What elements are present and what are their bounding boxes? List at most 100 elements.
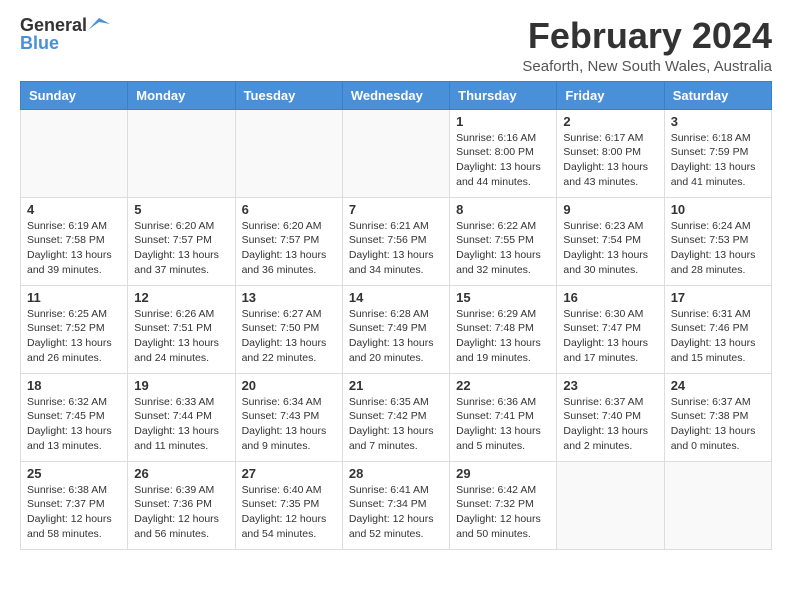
day-number: 15 (456, 290, 550, 305)
day-number: 24 (671, 378, 765, 393)
col-header-saturday: Saturday (664, 81, 771, 109)
day-number: 25 (27, 466, 121, 481)
day-number: 20 (242, 378, 336, 393)
day-cell: 9 Sunrise: 6:23 AMSunset: 7:54 PMDaylight… (557, 197, 664, 285)
day-info: Sunrise: 6:31 AMSunset: 7:46 PMDaylight:… (671, 307, 765, 366)
day-number: 18 (27, 378, 121, 393)
day-number: 29 (456, 466, 550, 481)
day-number: 13 (242, 290, 336, 305)
day-info: Sunrise: 6:37 AMSunset: 7:40 PMDaylight:… (563, 395, 657, 454)
day-info: Sunrise: 6:33 AMSunset: 7:44 PMDaylight:… (134, 395, 228, 454)
day-cell: 15 Sunrise: 6:29 AMSunset: 7:48 PMDayligh… (450, 285, 557, 373)
day-number: 6 (242, 202, 336, 217)
day-cell (664, 461, 771, 549)
day-cell: 20 Sunrise: 6:34 AMSunset: 7:43 PMDayligh… (235, 373, 342, 461)
day-info: Sunrise: 6:35 AMSunset: 7:42 PMDaylight:… (349, 395, 443, 454)
logo-blue: Blue (20, 33, 59, 53)
day-cell: 23 Sunrise: 6:37 AMSunset: 7:40 PMDayligh… (557, 373, 664, 461)
day-info: Sunrise: 6:27 AMSunset: 7:50 PMDaylight:… (242, 307, 336, 366)
col-header-monday: Monday (128, 81, 235, 109)
logo-text: General Blue (20, 16, 111, 54)
calendar-title: February 2024 (522, 16, 772, 56)
day-info: Sunrise: 6:36 AMSunset: 7:41 PMDaylight:… (456, 395, 550, 454)
day-cell: 22 Sunrise: 6:36 AMSunset: 7:41 PMDayligh… (450, 373, 557, 461)
day-number: 11 (27, 290, 121, 305)
day-number: 27 (242, 466, 336, 481)
day-info: Sunrise: 6:18 AMSunset: 7:59 PMDaylight:… (671, 131, 765, 190)
day-number: 9 (563, 202, 657, 217)
day-number: 17 (671, 290, 765, 305)
day-info: Sunrise: 6:26 AMSunset: 7:51 PMDaylight:… (134, 307, 228, 366)
col-header-thursday: Thursday (450, 81, 557, 109)
day-number: 23 (563, 378, 657, 393)
title-block: February 2024 Seaforth, New South Wales,… (522, 16, 772, 75)
day-info: Sunrise: 6:34 AMSunset: 7:43 PMDaylight:… (242, 395, 336, 454)
week-row-4: 18 Sunrise: 6:32 AMSunset: 7:45 PMDayligh… (21, 373, 772, 461)
day-cell (235, 109, 342, 197)
day-cell: 12 Sunrise: 6:26 AMSunset: 7:51 PMDayligh… (128, 285, 235, 373)
col-header-wednesday: Wednesday (342, 81, 449, 109)
day-info: Sunrise: 6:28 AMSunset: 7:49 PMDaylight:… (349, 307, 443, 366)
day-number: 21 (349, 378, 443, 393)
day-cell: 19 Sunrise: 6:33 AMSunset: 7:44 PMDayligh… (128, 373, 235, 461)
day-number: 14 (349, 290, 443, 305)
day-info: Sunrise: 6:40 AMSunset: 7:35 PMDaylight:… (242, 483, 336, 542)
day-number: 19 (134, 378, 228, 393)
col-header-friday: Friday (557, 81, 664, 109)
header-row: SundayMondayTuesdayWednesdayThursdayFrid… (21, 81, 772, 109)
day-cell: 11 Sunrise: 6:25 AMSunset: 7:52 PMDayligh… (21, 285, 128, 373)
day-cell: 24Sunrise: 6:37 AMSunset: 7:38 PMDayligh… (664, 373, 771, 461)
day-info: Sunrise: 6:38 AMSunset: 7:37 PMDaylight:… (27, 483, 121, 542)
day-number: 8 (456, 202, 550, 217)
day-number: 7 (349, 202, 443, 217)
day-number: 26 (134, 466, 228, 481)
col-header-tuesday: Tuesday (235, 81, 342, 109)
header: General Blue February 2024 Seaforth, New… (20, 16, 772, 75)
day-cell: 6Sunrise: 6:20 AMSunset: 7:57 PMDaylight… (235, 197, 342, 285)
day-cell: 17 Sunrise: 6:31 AMSunset: 7:46 PMDayligh… (664, 285, 771, 373)
day-number: 16 (563, 290, 657, 305)
day-info: Sunrise: 6:39 AMSunset: 7:36 PMDaylight:… (134, 483, 228, 542)
day-cell: 7 Sunrise: 6:21 AMSunset: 7:56 PMDaylight… (342, 197, 449, 285)
week-row-2: 4 Sunrise: 6:19 AMSunset: 7:58 PMDaylight… (21, 197, 772, 285)
day-info: Sunrise: 6:29 AMSunset: 7:48 PMDaylight:… (456, 307, 550, 366)
day-cell: 1 Sunrise: 6:16 AMSunset: 8:00 PMDaylight… (450, 109, 557, 197)
day-cell: 18 Sunrise: 6:32 AMSunset: 7:45 PMDayligh… (21, 373, 128, 461)
logo-bird-icon (88, 16, 110, 34)
day-cell (342, 109, 449, 197)
day-cell: 27 Sunrise: 6:40 AMSunset: 7:35 PMDayligh… (235, 461, 342, 549)
day-info: Sunrise: 6:17 AMSunset: 8:00 PMDaylight:… (563, 131, 657, 190)
day-cell: 14 Sunrise: 6:28 AMSunset: 7:49 PMDayligh… (342, 285, 449, 373)
day-info: Sunrise: 6:41 AMSunset: 7:34 PMDaylight:… (349, 483, 443, 542)
day-number: 22 (456, 378, 550, 393)
day-cell: 8 Sunrise: 6:22 AMSunset: 7:55 PMDaylight… (450, 197, 557, 285)
day-cell: 16 Sunrise: 6:30 AMSunset: 7:47 PMDayligh… (557, 285, 664, 373)
day-cell: 4 Sunrise: 6:19 AMSunset: 7:58 PMDaylight… (21, 197, 128, 285)
calendar-subtitle: Seaforth, New South Wales, Australia (522, 58, 772, 75)
day-number: 3 (671, 114, 765, 129)
day-cell: 5Sunrise: 6:20 AMSunset: 7:57 PMDaylight… (128, 197, 235, 285)
week-row-3: 11 Sunrise: 6:25 AMSunset: 7:52 PMDayligh… (21, 285, 772, 373)
day-info: Sunrise: 6:42 AMSunset: 7:32 PMDaylight:… (456, 483, 550, 542)
day-info: Sunrise: 6:32 AMSunset: 7:45 PMDaylight:… (27, 395, 121, 454)
day-cell (557, 461, 664, 549)
logo: General Blue (20, 16, 111, 54)
day-info: Sunrise: 6:25 AMSunset: 7:52 PMDaylight:… (27, 307, 121, 366)
day-info: Sunrise: 6:22 AMSunset: 7:55 PMDaylight:… (456, 219, 550, 278)
day-info: Sunrise: 6:21 AMSunset: 7:56 PMDaylight:… (349, 219, 443, 278)
logo-general: General (20, 16, 87, 34)
day-info: Sunrise: 6:23 AMSunset: 7:54 PMDaylight:… (563, 219, 657, 278)
day-number: 5 (134, 202, 228, 217)
day-cell: 25 Sunrise: 6:38 AMSunset: 7:37 PMDayligh… (21, 461, 128, 549)
day-cell: 2Sunrise: 6:17 AMSunset: 8:00 PMDaylight… (557, 109, 664, 197)
day-cell (21, 109, 128, 197)
day-info: Sunrise: 6:19 AMSunset: 7:58 PMDaylight:… (27, 219, 121, 278)
day-number: 28 (349, 466, 443, 481)
day-number: 4 (27, 202, 121, 217)
day-number: 1 (456, 114, 550, 129)
week-row-1: 1 Sunrise: 6:16 AMSunset: 8:00 PMDaylight… (21, 109, 772, 197)
calendar-table: SundayMondayTuesdayWednesdayThursdayFrid… (20, 81, 772, 550)
day-number: 12 (134, 290, 228, 305)
day-info: Sunrise: 6:30 AMSunset: 7:47 PMDaylight:… (563, 307, 657, 366)
day-info: Sunrise: 6:16 AMSunset: 8:00 PMDaylight:… (456, 131, 550, 190)
